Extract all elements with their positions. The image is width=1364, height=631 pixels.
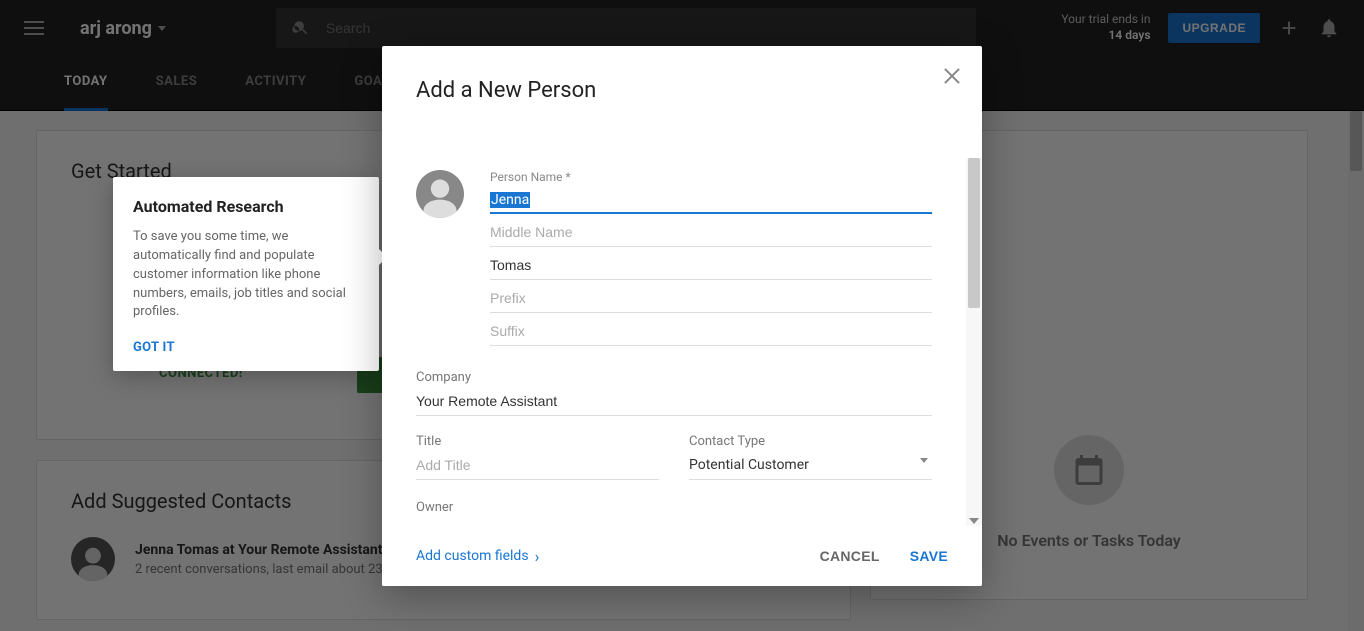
modal-scrollbar[interactable]	[966, 158, 982, 526]
contact-type-select[interactable]: Potential Customer	[689, 451, 932, 480]
last-name-field[interactable]	[490, 251, 932, 280]
cancel-button[interactable]: CANCEL	[820, 548, 880, 564]
middle-name-field[interactable]	[490, 218, 932, 247]
save-button[interactable]: SAVE	[910, 548, 948, 564]
chevron-down-icon	[920, 458, 928, 463]
chevron-right-icon: ›	[535, 547, 540, 566]
modal-title: Add a New Person	[416, 78, 948, 103]
popover-title: Automated Research	[133, 197, 359, 216]
company-label: Company	[416, 370, 932, 385]
owner-label: Owner	[416, 500, 932, 515]
modal-footer: Add custom fields › CANCEL SAVE	[382, 526, 982, 586]
person-avatar[interactable]	[416, 170, 464, 218]
person-name-label: Person Name *	[490, 170, 932, 184]
title-field[interactable]	[416, 451, 659, 480]
first-name-value: Jenna	[490, 192, 530, 208]
scroll-down-icon[interactable]	[969, 514, 979, 524]
got-it-button[interactable]: GOT IT	[133, 340, 359, 355]
prefix-field[interactable]	[490, 284, 932, 313]
add-person-modal: Add a New Person Person Name * Jenna Com…	[382, 46, 982, 586]
contact-type-label: Contact Type	[689, 434, 932, 449]
owner-field[interactable]	[416, 517, 664, 526]
company-field[interactable]	[416, 387, 932, 416]
modal-body: Person Name * Jenna Company Title Contac…	[382, 158, 966, 526]
scroll-thumb[interactable]	[968, 158, 980, 308]
suffix-field[interactable]	[490, 317, 932, 346]
add-custom-fields-link[interactable]: Add custom fields ›	[416, 547, 539, 566]
close-icon[interactable]	[942, 66, 962, 86]
first-name-field[interactable]: Jenna	[490, 186, 932, 214]
popover-body: To save you some time, we automatically …	[133, 228, 359, 322]
title-label: Title	[416, 434, 659, 449]
research-popover: Automated Research To save you some time…	[113, 177, 379, 371]
